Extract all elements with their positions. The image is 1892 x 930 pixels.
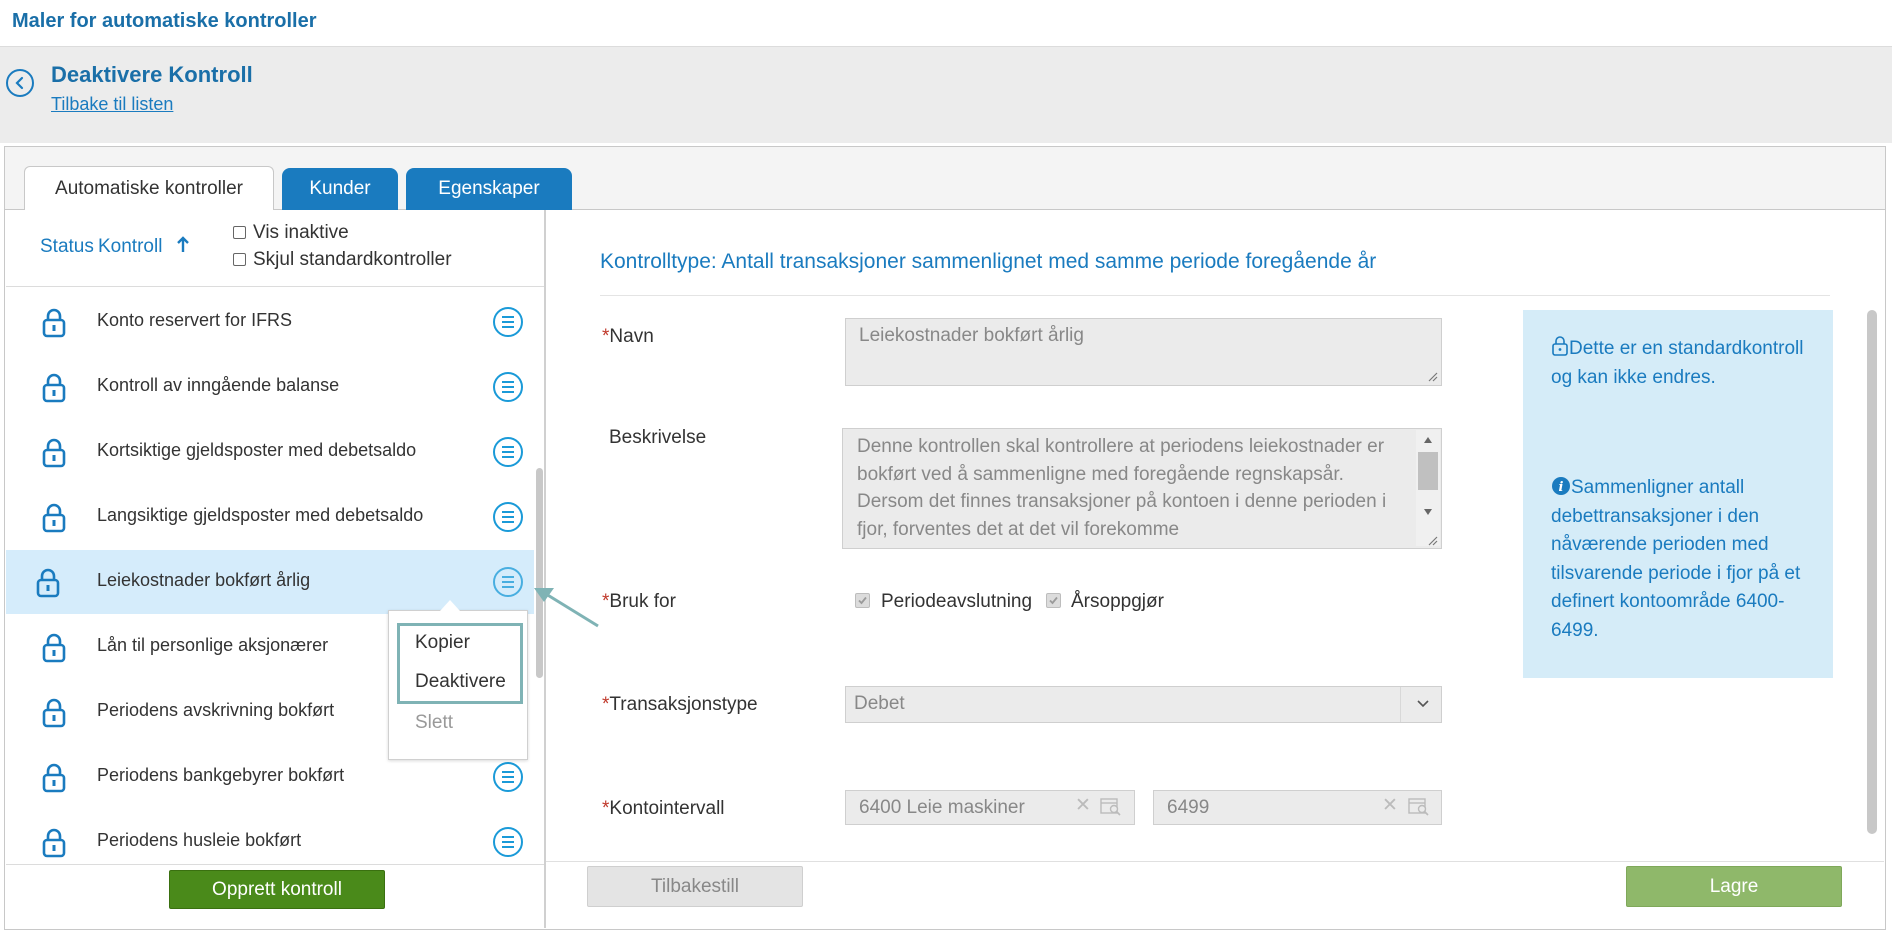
- menu-item-kopier[interactable]: Kopier: [415, 632, 470, 654]
- app-title: Maler for automatiske kontroller: [12, 10, 317, 32]
- transaksjonstype-select[interactable]: Debet: [845, 686, 1442, 723]
- periodeavslutning-label: Periodeavslutning: [881, 591, 1033, 612]
- skjul-standard-label: Skjul standardkontroller: [253, 249, 452, 270]
- list-item-label: Lån til personlige aksjonærer: [97, 635, 329, 655]
- lock-icon: [42, 308, 66, 343]
- row-menu-icon[interactable]: [493, 437, 523, 467]
- list-item[interactable]: Konto reservert for IFRS: [6, 290, 534, 354]
- list-item[interactable]: Langsiktige gjeldsposter med debetsaldo: [6, 485, 534, 549]
- navn-label: *Navn: [602, 326, 654, 348]
- list-item-label: Langsiktige gjeldsposter med debetsaldo: [97, 505, 424, 525]
- lookup-icon[interactable]: [1408, 797, 1430, 817]
- form-scrollbar[interactable]: [1867, 310, 1877, 834]
- konto-fra-field[interactable]: 6400 Leie maskiner: [845, 790, 1135, 825]
- transaksjonstype-label: *Transaksjonstype: [602, 694, 758, 716]
- list-item-label: Periodens avskrivning bokført: [97, 700, 335, 720]
- kontointervall-label: *Kontointervall: [602, 798, 725, 820]
- list-item-label: Konto reservert for IFRS: [97, 310, 293, 330]
- konto-til-value: 6499: [1167, 797, 1210, 818]
- context-menu-caret: [440, 600, 460, 611]
- resize-handle-icon[interactable]: [1428, 536, 1438, 546]
- row-menu-icon[interactable]: [493, 372, 523, 402]
- description-info-text: i Sammenligner antall debettransaksjoner …: [1551, 474, 1821, 645]
- back-to-list-link[interactable]: Tilbake til listen: [51, 94, 173, 115]
- opprett-kontroll-button[interactable]: Opprett kontroll: [169, 870, 385, 909]
- heading-divider: [600, 295, 1830, 296]
- tilbakestill-button: Tilbakestill: [587, 866, 803, 907]
- row-menu-icon[interactable]: [493, 827, 523, 857]
- tab-kunder[interactable]: Kunder: [282, 168, 398, 210]
- navn-field[interactable]: Leiekostnader bokført årlig: [845, 318, 1442, 386]
- list-item-label: Periodens husleie bokført: [97, 830, 302, 850]
- lookup-icon[interactable]: [1100, 797, 1122, 817]
- info-icon: i: [1552, 477, 1570, 495]
- menu-item-deaktivere[interactable]: Deaktivere: [415, 671, 506, 693]
- clear-icon[interactable]: ✕: [1075, 794, 1091, 817]
- vis-inaktive-checkbox[interactable]: [233, 226, 246, 239]
- list-item[interactable]: Kontroll av inngående balanse: [6, 355, 534, 419]
- list-item-label: Kortsiktige gjeldsposter med debetsaldo: [97, 440, 417, 460]
- beskrivelse-field[interactable]: Denne kontrollen skal kontrollere at per…: [842, 428, 1442, 549]
- column-status[interactable]: Status: [40, 236, 94, 258]
- lock-icon: [1552, 336, 1568, 356]
- list-item-label: Leiekostnader bokført årlig: [97, 570, 311, 590]
- beskrivelse-value: Denne kontrollen skal kontrollere at per…: [857, 436, 1387, 540]
- callout-arrow-icon: [528, 580, 600, 633]
- list-item-label: Kontroll av inngående balanse: [97, 375, 340, 395]
- tab-automatiske-kontroller[interactable]: Automatiske kontroller: [24, 166, 274, 210]
- periodeavslutning-checkbox: [855, 593, 870, 608]
- column-kontroll[interactable]: Kontroll: [98, 236, 162, 258]
- sort-arrow-up-icon[interactable]: [176, 236, 190, 260]
- list-item[interactable]: Kortsiktige gjeldsposter med debetsaldo: [6, 420, 534, 484]
- vis-inaktive-label: Vis inaktive: [253, 222, 349, 243]
- menu-item-slett: Slett: [415, 712, 454, 733]
- tab-egenskaper[interactable]: Egenskaper: [406, 168, 572, 210]
- lock-icon: [42, 373, 66, 408]
- navn-label-text: Navn: [609, 326, 654, 347]
- row-menu-icon[interactable]: [493, 762, 523, 792]
- page-header: [0, 47, 1892, 143]
- konto-fra-value: 6400 Leie maskiner: [859, 797, 1025, 818]
- aarsoppgjor-label: Årsoppgjør: [1071, 591, 1164, 612]
- row-menu-icon[interactable]: [493, 567, 523, 597]
- form-footer-divider: [546, 861, 1884, 862]
- beskrivelse-label: Beskrivelse: [609, 427, 707, 448]
- bruk-for-label: *Bruk for: [602, 591, 676, 613]
- lock-icon: [42, 503, 66, 538]
- left-footer-divider: [6, 864, 544, 865]
- select-divider: [1400, 687, 1401, 722]
- aarsoppgjor-checkbox: [1046, 593, 1061, 608]
- lock-icon: [42, 763, 66, 798]
- row-menu-icon[interactable]: [493, 502, 523, 532]
- lock-icon: [42, 438, 66, 473]
- standard-info: Dette er en standardkontroll og kan ikke…: [1551, 338, 1804, 388]
- back-arrow-icon[interactable]: [6, 69, 34, 97]
- page-title: Deaktivere Kontroll: [51, 62, 253, 87]
- svg-text:i: i: [1559, 480, 1564, 495]
- transaksjonstype-label-text: Transaksjonstype: [609, 694, 758, 715]
- kontointervall-label-text: Kontointervall: [609, 798, 725, 819]
- transaksjonstype-value: Debet: [854, 693, 905, 714]
- skjul-standard-checkbox[interactable]: [233, 253, 246, 266]
- resize-handle-icon[interactable]: [1428, 372, 1438, 382]
- kontrolltype-heading: Kontrolltype: Antall transaksjoner samme…: [600, 250, 1377, 273]
- lock-icon: [42, 633, 66, 668]
- lock-icon: [36, 568, 60, 603]
- lock-icon: [42, 698, 66, 733]
- row-menu-icon[interactable]: [493, 307, 523, 337]
- chevron-down-icon[interactable]: [1416, 697, 1430, 711]
- list-item-label: Periodens bankgebyrer bokført: [97, 765, 345, 785]
- description-info: Sammenligner antall debettransaksjoner i…: [1551, 477, 1801, 641]
- konto-til-field[interactable]: 6499: [1153, 790, 1442, 825]
- lagre-button: Lagre: [1626, 866, 1842, 907]
- navn-value: Leiekostnader bokført årlig: [859, 325, 1084, 346]
- bruk-for-label-text: Bruk for: [609, 591, 676, 612]
- standard-info-text: Dette er en standardkontroll og kan ikke…: [1551, 334, 1821, 392]
- scroll-down-icon[interactable]: [1423, 508, 1433, 516]
- clear-icon[interactable]: ✕: [1382, 794, 1398, 817]
- list-scrollbar[interactable]: [536, 468, 543, 678]
- lock-icon: [42, 828, 66, 863]
- beskrivelse-scroll-thumb[interactable]: [1418, 452, 1438, 490]
- scroll-up-icon[interactable]: [1423, 436, 1433, 444]
